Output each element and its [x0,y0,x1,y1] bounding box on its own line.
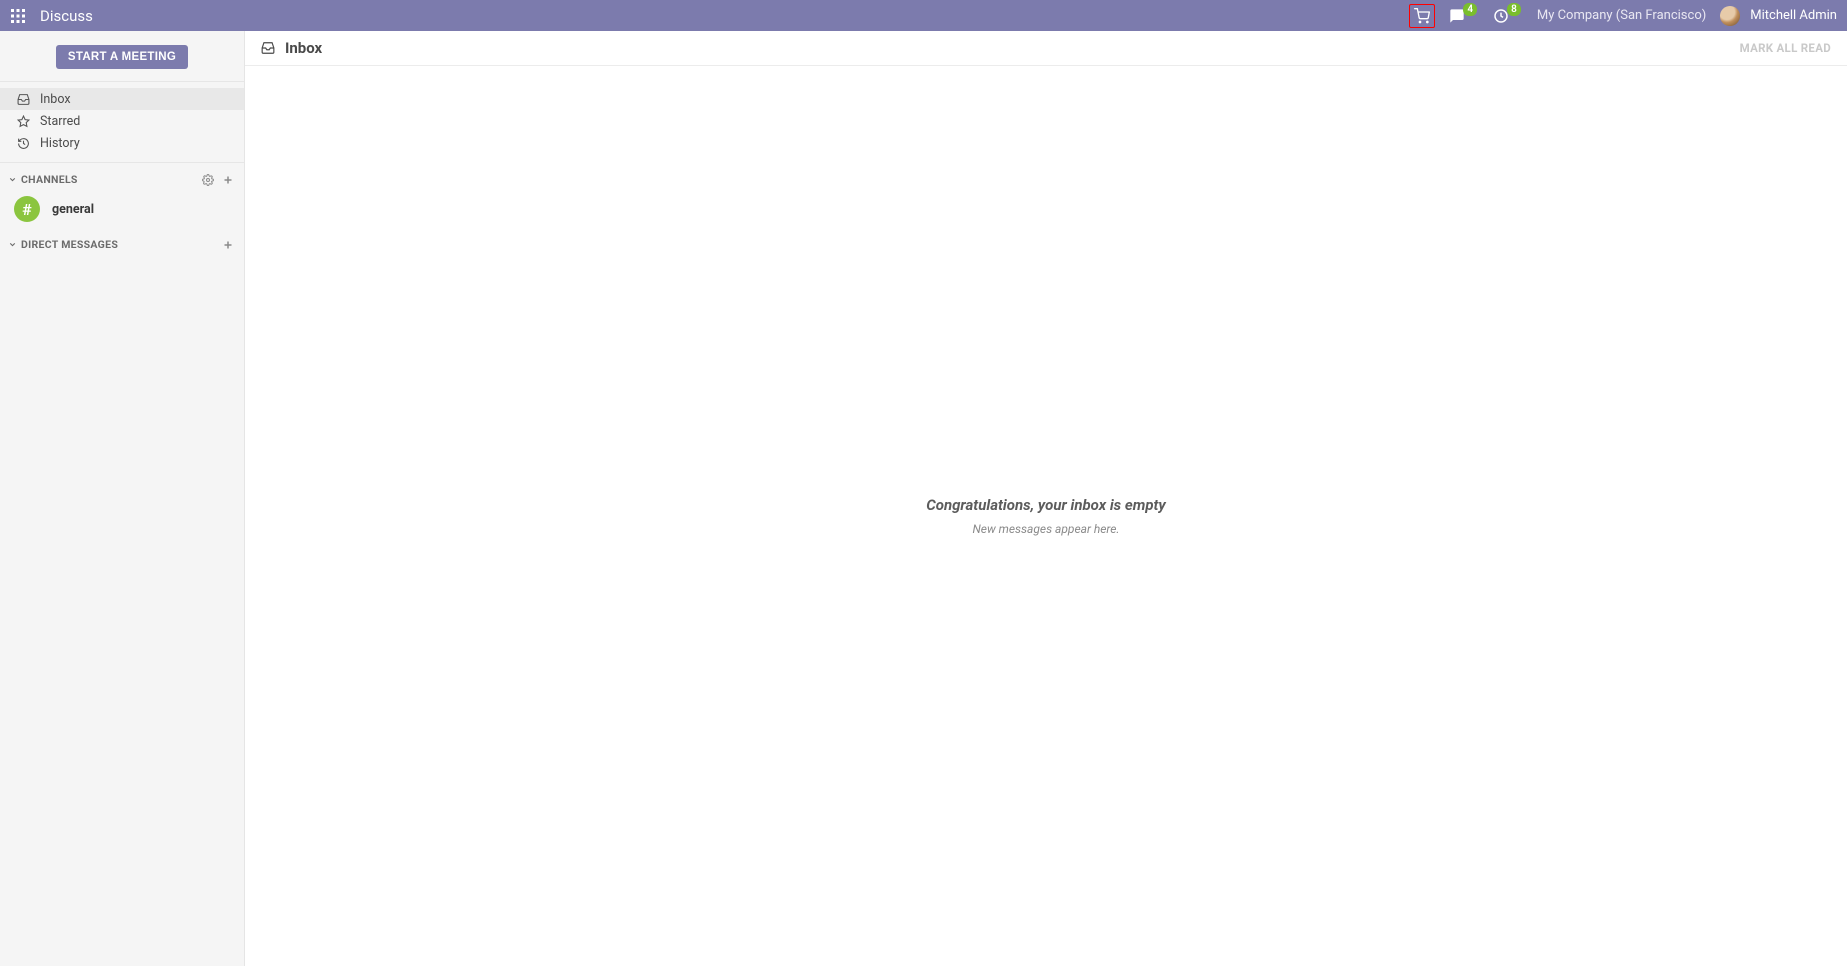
chevron-down-icon [8,175,17,184]
plus-icon [222,174,234,186]
user-menu[interactable]: Mitchell Admin [1720,6,1837,26]
hash-icon: # [14,196,40,222]
dm-actions [222,239,234,251]
dm-toggle[interactable]: DIRECT MESSAGES [8,238,118,251]
chevron-down-icon [8,240,17,249]
inbox-icon [16,92,30,106]
channel-name: general [52,202,94,217]
channels-toggle[interactable]: CHANNELS [8,173,78,186]
gear-icon [202,174,214,186]
messaging-button[interactable]: 4 [1449,5,1479,27]
apps-icon[interactable] [10,8,26,24]
sidebar-item-history[interactable]: History [0,132,244,154]
sidebar-item-starred[interactable]: Starred [0,110,244,132]
empty-state-title: Congratulations, your inbox is empty [926,496,1166,514]
dm-section-label: DIRECT MESSAGES [21,238,118,251]
company-switcher[interactable]: My Company (San Francisco) [1537,8,1706,23]
channel-item-general[interactable]: # general [0,192,244,228]
top-navbar: Discuss 4 8 My Company (San Francisco) M… [0,0,1847,31]
star-icon [16,114,30,128]
plus-icon [222,239,234,251]
sidebar: START A MEETING Inbox Starred History [0,31,245,966]
activity-badge: 8 [1507,3,1521,16]
content-header: Inbox MARK ALL READ [245,31,1847,66]
sidebar-item-inbox[interactable]: Inbox [0,88,244,110]
main: START A MEETING Inbox Starred History [0,31,1847,966]
cart-icon [1414,8,1430,24]
app-title[interactable]: Discuss [40,7,93,25]
channels-actions [202,174,234,186]
navbar-left: Discuss [10,7,93,25]
channels-settings-button[interactable] [202,174,214,186]
user-name: Mitchell Admin [1750,8,1837,23]
navbar-right: 4 8 My Company (San Francisco) Mitchell … [1409,4,1837,28]
content-area: Inbox MARK ALL READ Congratulations, you… [245,31,1847,966]
page-title: Inbox [285,39,322,57]
avatar [1720,6,1740,26]
sidebar-item-label: History [40,136,80,151]
cart-button[interactable] [1409,4,1435,28]
content-title-wrap: Inbox [261,39,322,57]
channels-add-button[interactable] [222,174,234,186]
mailbox-list: Inbox Starred History [0,82,244,163]
empty-state-subtitle: New messages appear here. [972,522,1119,536]
start-meeting-button[interactable]: START A MEETING [56,45,188,69]
dm-add-button[interactable] [222,239,234,251]
content-body: Congratulations, your inbox is empty New… [245,66,1847,966]
sidebar-top: START A MEETING [0,31,244,82]
history-icon [16,136,30,150]
channels-section-label: CHANNELS [21,173,78,186]
sidebar-item-label: Starred [40,114,80,129]
messages-badge: 4 [1463,3,1477,16]
channels-section-header: CHANNELS [0,163,244,192]
sidebar-item-label: Inbox [40,92,71,107]
activity-button[interactable]: 8 [1493,5,1523,27]
inbox-icon [261,41,275,55]
mark-all-read-button[interactable]: MARK ALL READ [1740,41,1831,55]
dm-section-header: DIRECT MESSAGES [0,228,244,257]
